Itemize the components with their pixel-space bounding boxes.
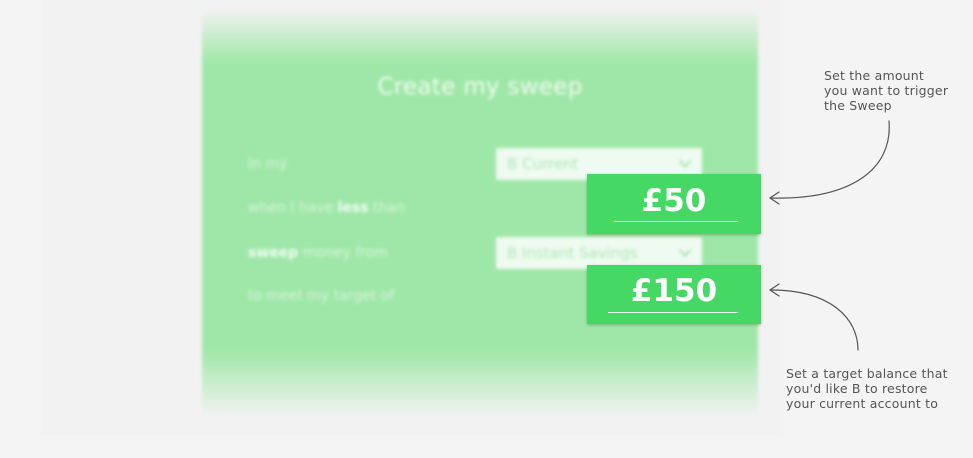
curved-arrow-icon (770, 289, 859, 351)
curved-arrow-icon (770, 120, 890, 199)
annotation-arrows (768, 120, 890, 351)
